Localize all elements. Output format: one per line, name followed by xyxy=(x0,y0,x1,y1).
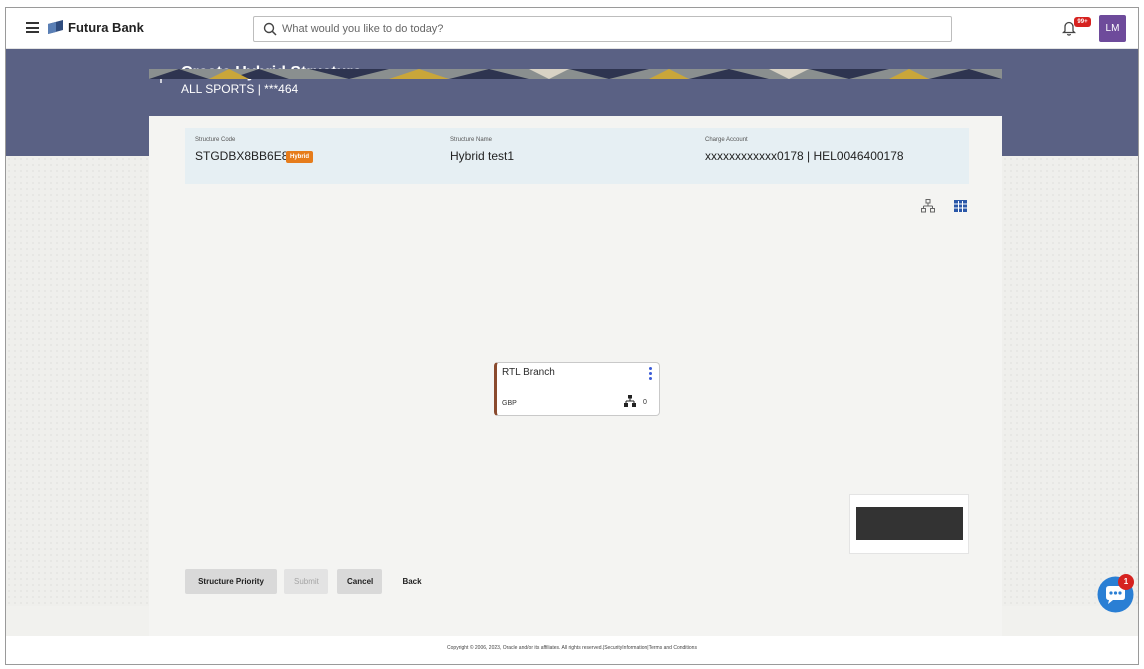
structure-name-label: Structure Name xyxy=(450,137,493,143)
footer: Copyright © 2006, 2023, Oracle and/or it… xyxy=(6,636,1138,664)
cancel-button[interactable]: Cancel xyxy=(337,569,382,594)
charge-account-label: Charge Account xyxy=(705,137,748,143)
page-subtitle: ALL SPORTS | ***464 xyxy=(181,82,299,96)
minimap-viewport[interactable] xyxy=(856,507,963,540)
back-button[interactable]: Back xyxy=(392,569,432,594)
bank-logo-icon xyxy=(48,20,63,34)
child-count: 0 xyxy=(643,399,647,406)
structure-node[interactable]: RTL Branch GBP 0 xyxy=(494,362,660,416)
kebab-menu-icon[interactable] xyxy=(649,367,653,381)
decorative-pattern xyxy=(149,69,1002,79)
chat-badge: 1 xyxy=(1118,574,1134,590)
node-title: RTL Branch xyxy=(502,367,555,378)
background-texture-left xyxy=(6,156,149,606)
hierarchy-icon xyxy=(624,395,636,407)
minimap[interactable] xyxy=(849,494,969,554)
structure-summary: Structure Code STGDBX8BB6E8 Hybrid Struc… xyxy=(185,128,969,184)
structure-priority-button[interactable]: Structure Priority xyxy=(185,569,277,594)
menu-icon[interactable] xyxy=(26,22,39,33)
hierarchy-view-icon[interactable] xyxy=(921,199,935,213)
background-texture-right xyxy=(1002,156,1138,606)
submit-button[interactable]: Submit xyxy=(284,569,328,594)
charge-account: xxxxxxxxxxxx0178 | HEL0046400178 xyxy=(705,149,904,163)
search-input[interactable] xyxy=(282,17,942,41)
structure-code: STGDBX8BB6E8 xyxy=(195,149,289,163)
search-bar[interactable] xyxy=(253,16,952,42)
structure-code-label: Structure Code xyxy=(195,137,236,143)
table-view-icon[interactable] xyxy=(954,200,967,212)
user-avatar[interactable]: LM xyxy=(1099,15,1126,42)
notification-badge: 99+ xyxy=(1074,17,1091,27)
brand-name[interactable]: Futura Bank xyxy=(68,20,144,35)
structure-type-badge: Hybrid xyxy=(286,151,314,163)
search-icon xyxy=(263,22,277,36)
structure-card: Structure Code STGDBX8BB6E8 Hybrid Struc… xyxy=(149,116,1002,636)
app-window: Futura Bank 99+ LM Create Hybrid Structu… xyxy=(5,7,1139,665)
node-currency: GBP xyxy=(502,400,517,407)
top-bar: Futura Bank 99+ LM xyxy=(6,8,1138,49)
structure-name: Hybrid test1 xyxy=(450,149,515,163)
